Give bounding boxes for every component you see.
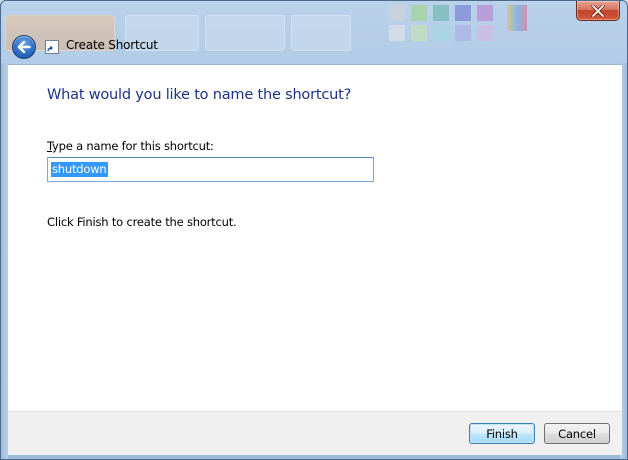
cancel-button[interactable]: Cancel xyxy=(544,423,610,444)
page-heading: What would you like to name the shortcut… xyxy=(47,87,352,103)
label-text: ype a name for this shortcut: xyxy=(52,139,214,153)
instruction-text: Click Finish to create the shortcut. xyxy=(47,215,237,229)
glass-decoration xyxy=(389,5,405,21)
glass-decoration xyxy=(205,15,285,51)
glass-decoration xyxy=(1,63,8,459)
input-selected-value: shutdown xyxy=(51,162,108,177)
finish-button[interactable]: Finish xyxy=(469,423,535,444)
close-button[interactable] xyxy=(576,1,620,21)
glass-decoration xyxy=(411,25,427,41)
back-arrow-icon xyxy=(17,41,31,53)
glass-decoration xyxy=(433,5,449,21)
name-field-label: Type a name for this shortcut: xyxy=(47,139,214,153)
glass-background xyxy=(1,1,627,63)
dialog-footer: Finish Cancel xyxy=(8,411,622,455)
glass-decoration xyxy=(455,25,471,41)
window-title: Create Shortcut xyxy=(66,38,158,52)
glass-decoration xyxy=(455,5,471,21)
glass-decoration xyxy=(411,5,427,21)
shortcut-arrow-icon xyxy=(46,45,54,53)
glass-decoration xyxy=(477,25,493,41)
glass-decoration xyxy=(507,5,527,31)
glass-decoration xyxy=(477,5,493,21)
content-panel: What would you like to name the shortcut… xyxy=(8,64,622,412)
glass-decoration xyxy=(433,25,449,41)
close-icon xyxy=(591,4,605,17)
dialog-window: Create Shortcut What would you like to n… xyxy=(0,0,628,460)
back-button[interactable] xyxy=(12,35,36,59)
shortcut-name-input[interactable]: shutdown xyxy=(47,157,374,182)
shortcut-icon xyxy=(45,40,59,54)
glass-decoration xyxy=(389,25,405,41)
glass-decoration xyxy=(291,15,351,51)
